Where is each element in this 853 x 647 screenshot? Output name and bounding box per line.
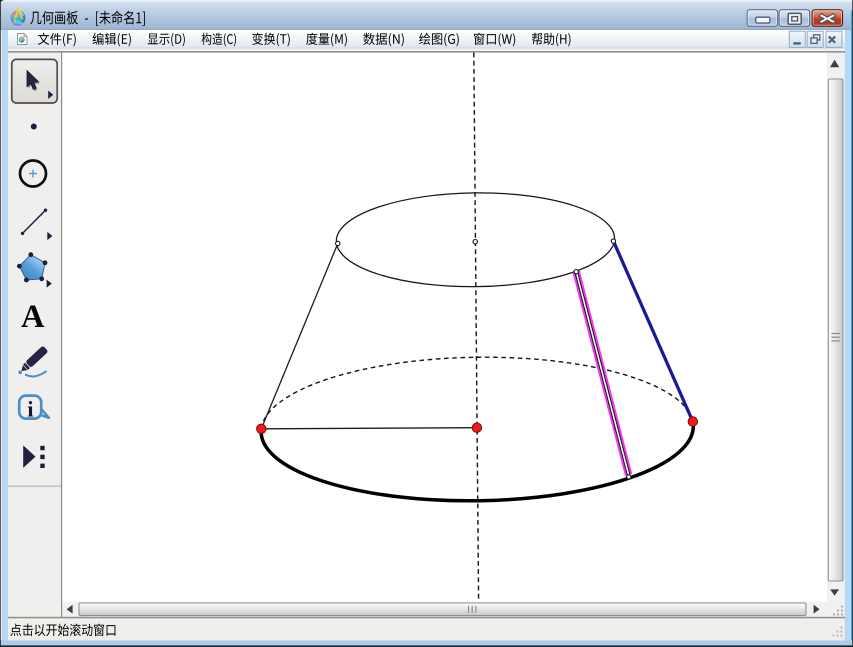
svg-text:i: i: [27, 396, 33, 421]
svg-text:A: A: [21, 299, 45, 335]
